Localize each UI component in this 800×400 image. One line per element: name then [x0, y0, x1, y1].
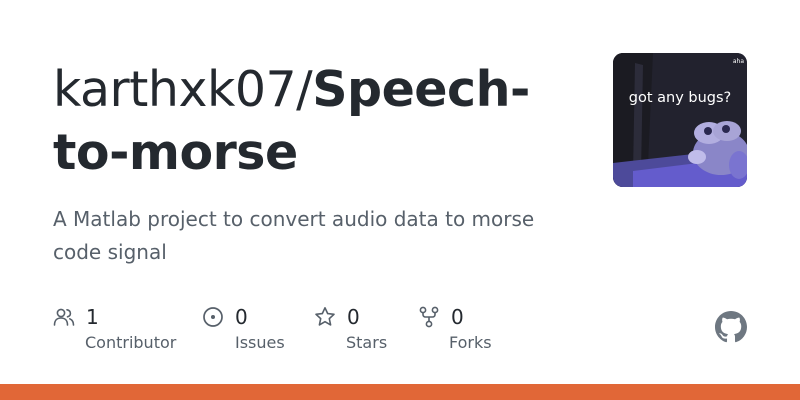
- stat-stars[interactable]: 0 Stars: [314, 304, 387, 352]
- stat-forks[interactable]: 0 Forks: [418, 304, 492, 352]
- stars-count: 0: [347, 305, 360, 329]
- github-icon[interactable]: [715, 311, 747, 343]
- contributors-count: 1: [86, 305, 99, 329]
- fork-icon: [419, 306, 439, 328]
- star-icon: [315, 307, 335, 326]
- owner-avatar[interactable]: got any bugs? aha: [613, 53, 747, 187]
- stars-label: Stars: [346, 333, 388, 352]
- repo-owner[interactable]: karthxk07/: [53, 61, 313, 118]
- repo-social-card: karthxk07/Speech-to-morse A Matlab proje…: [0, 0, 800, 400]
- stat-contributors[interactable]: 1 Contributor: [53, 304, 176, 352]
- forks-label: Forks: [449, 333, 492, 352]
- frog-image: [613, 53, 747, 187]
- avatar-caption: got any bugs?: [628, 90, 732, 106]
- issues-label: Issues: [235, 333, 285, 352]
- repo-title[interactable]: karthxk07/Speech-to-morse: [53, 58, 573, 184]
- language-bar: [0, 384, 800, 400]
- stat-issues[interactable]: 0 Issues: [202, 304, 285, 352]
- avatar-tag: aha: [732, 58, 744, 65]
- forks-count: 0: [451, 305, 464, 329]
- issue-icon: [203, 307, 223, 327]
- issues-count: 0: [235, 305, 248, 329]
- contributors-label: Contributor: [85, 333, 177, 352]
- repo-description: A Matlab project to convert audio data t…: [53, 207, 535, 264]
- people-icon: [53, 308, 75, 326]
